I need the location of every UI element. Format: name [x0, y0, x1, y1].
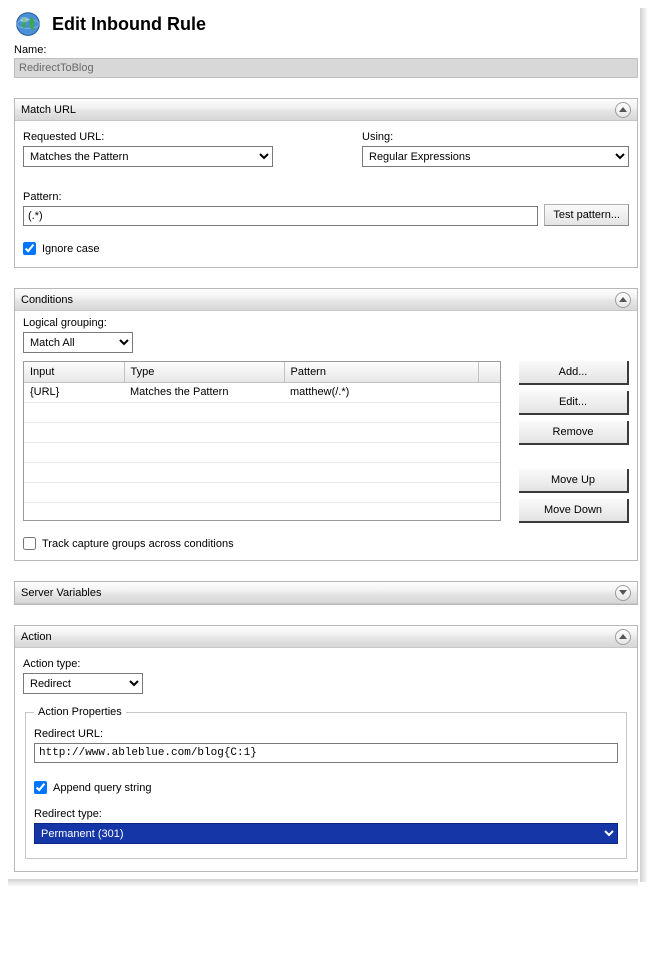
requested-url-select[interactable]: Matches the Pattern: [23, 146, 273, 167]
move-up-button[interactable]: Move Up: [519, 469, 629, 493]
remove-condition-button[interactable]: Remove: [519, 421, 629, 445]
conditions-table-wrap: Input Type Pattern {URL} Matches the Pat…: [23, 361, 501, 521]
redirect-url-input[interactable]: [34, 743, 618, 763]
action-title: Action: [21, 631, 52, 643]
ignore-case-checkbox[interactable]: [23, 242, 36, 255]
collapse-button-match[interactable]: [615, 102, 631, 118]
page-header: Edit Inbound Rule: [14, 10, 638, 38]
add-condition-button[interactable]: Add...: [519, 361, 629, 385]
using-label: Using:: [362, 131, 629, 143]
chevron-down-icon: [619, 590, 627, 595]
edit-condition-button[interactable]: Edit...: [519, 391, 629, 415]
col-pattern[interactable]: Pattern: [284, 362, 478, 382]
col-spacer: [478, 362, 500, 382]
logical-grouping-label: Logical grouping:: [23, 317, 629, 329]
match-url-panel: Match URL Requested URL: Matches the Pat…: [14, 98, 638, 268]
using-select[interactable]: Regular Expressions: [362, 146, 629, 167]
table-row: [24, 482, 500, 502]
action-panel: Action Action type: Redirect Action Prop…: [14, 625, 638, 872]
name-label: Name:: [14, 44, 638, 56]
action-type-select[interactable]: Redirect: [23, 673, 143, 694]
col-type[interactable]: Type: [124, 362, 284, 382]
pattern-input[interactable]: [23, 206, 538, 226]
table-row: [24, 502, 500, 521]
table-row: [24, 422, 500, 442]
track-groups-label: Track capture groups across conditions: [42, 538, 234, 550]
table-row: [24, 462, 500, 482]
track-groups-checkbox[interactable]: [23, 537, 36, 550]
logical-grouping-select[interactable]: Match All: [23, 332, 133, 353]
chevron-up-icon: [619, 297, 627, 302]
ignore-case-label: Ignore case: [42, 243, 99, 255]
collapse-button-servervars[interactable]: [615, 585, 631, 601]
redirect-url-label: Redirect URL:: [34, 728, 618, 740]
redirect-type-label: Redirect type:: [34, 808, 618, 820]
move-down-button[interactable]: Move Down: [519, 499, 629, 523]
action-properties-legend: Action Properties: [34, 706, 126, 718]
page-title: Edit Inbound Rule: [52, 14, 206, 35]
pattern-label: Pattern:: [23, 191, 538, 203]
requested-url-label: Requested URL:: [23, 131, 290, 143]
append-query-checkbox[interactable]: [34, 781, 47, 794]
col-input[interactable]: Input: [24, 362, 124, 382]
append-query-label: Append query string: [53, 782, 151, 794]
action-type-label: Action type:: [23, 658, 629, 670]
conditions-panel: Conditions Logical grouping: Match All I…: [14, 288, 638, 561]
redirect-type-select[interactable]: Permanent (301): [34, 823, 618, 844]
chevron-up-icon: [619, 107, 627, 112]
conditions-button-stack: Add... Edit... Remove Move Up Move Down: [519, 361, 629, 523]
server-variables-panel: Server Variables: [14, 581, 638, 605]
conditions-title: Conditions: [21, 294, 73, 306]
table-row[interactable]: {URL} Matches the Pattern matthew(/.*): [24, 382, 500, 402]
chevron-up-icon: [619, 634, 627, 639]
collapse-button-conditions[interactable]: [615, 292, 631, 308]
collapse-button-action[interactable]: [615, 629, 631, 645]
test-pattern-button[interactable]: Test pattern...: [544, 204, 629, 226]
action-properties-fieldset: Action Properties Redirect URL: Append q…: [25, 706, 627, 859]
match-url-title: Match URL: [21, 104, 76, 116]
globe-icon: [14, 10, 42, 38]
conditions-table[interactable]: Input Type Pattern {URL} Matches the Pat…: [24, 362, 500, 521]
server-variables-title: Server Variables: [21, 587, 102, 599]
name-input: [14, 58, 638, 78]
table-row: [24, 402, 500, 422]
table-row: [24, 442, 500, 462]
